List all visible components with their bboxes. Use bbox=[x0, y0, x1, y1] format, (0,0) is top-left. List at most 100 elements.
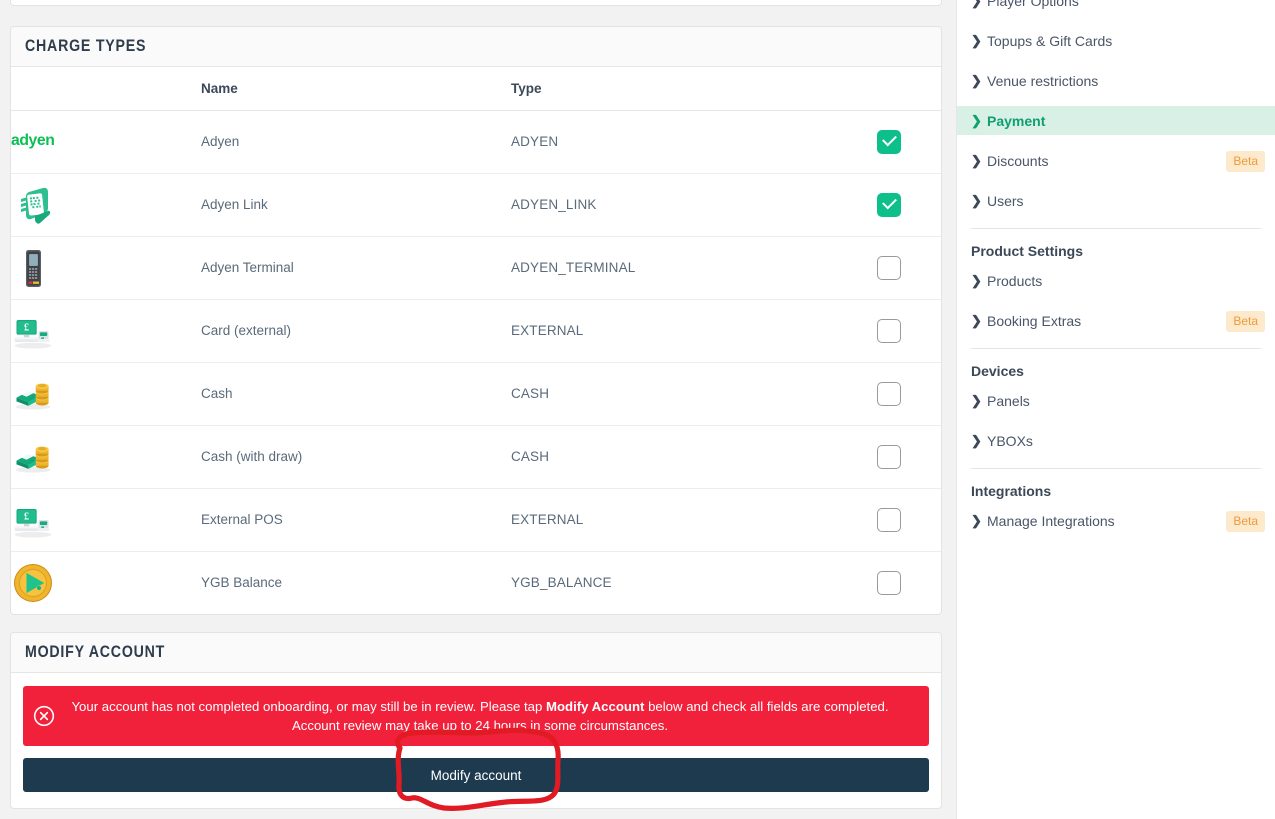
sidebar-item-label: Products bbox=[987, 272, 1043, 289]
charge-type-name: Adyen Terminal bbox=[201, 236, 511, 300]
sidebar-item-label: Users bbox=[987, 192, 1024, 209]
charge-type-name: YGB Balance bbox=[201, 575, 283, 591]
sidebar-item-products[interactable]: ❯ Products bbox=[957, 266, 1275, 295]
chevron-right-icon: ❯ bbox=[971, 393, 982, 408]
chevron-right-icon: ❯ bbox=[971, 113, 982, 128]
charge-type-name: Adyen Link bbox=[201, 173, 511, 237]
sidebar-group-title-devices: Devices bbox=[971, 363, 1024, 379]
charge-type-icon-cell bbox=[11, 173, 201, 237]
checkbox-unchecked[interactable] bbox=[876, 444, 901, 469]
cash-notes-coins-icon bbox=[11, 372, 201, 416]
charge-type-type: CASH bbox=[511, 425, 836, 489]
charge-type-icon-cell: £ bbox=[11, 299, 201, 363]
checkbox-unchecked[interactable] bbox=[876, 507, 901, 532]
charge-type-enabled-cell bbox=[836, 299, 941, 363]
adyen-logo-icon: adyen bbox=[11, 120, 201, 164]
charge-type-icon-cell bbox=[11, 551, 201, 614]
sidebar-item-label: Topups & Gift Cards bbox=[987, 32, 1113, 49]
svg-text:£: £ bbox=[24, 322, 29, 333]
table-header: Name Type bbox=[11, 67, 941, 111]
sidebar-divider bbox=[971, 228, 1261, 229]
column-header-enabled bbox=[836, 67, 941, 111]
charge-type-enabled-cell bbox=[836, 425, 941, 489]
sidebar-group-title-integrations: Integrations bbox=[971, 483, 1052, 499]
sidebar-group-title-product-settings: Product Settings bbox=[971, 243, 1084, 259]
column-header-name: Name bbox=[201, 67, 511, 111]
charge-type-icon-cell: £ bbox=[11, 488, 201, 552]
modify-account-card: MODIFY ACCOUNT Your account has not comp… bbox=[10, 632, 942, 809]
alert-message-bold: Modify Account bbox=[546, 699, 645, 714]
alert-message-part1: Your account has not completed onboardin… bbox=[71, 699, 546, 714]
modify-account-card-header: MODIFY ACCOUNT bbox=[11, 633, 941, 673]
table-header-row: Name Type bbox=[11, 67, 941, 111]
settings-page: CHARGE TYPES Name Type adyen AdyenADYEN bbox=[0, 0, 1275, 819]
sidebar-item-panels[interactable]: ❯ Panels bbox=[957, 386, 1275, 415]
charge-type-icon-cell: adyen bbox=[11, 110, 201, 174]
sidebar-item-manage-integrations[interactable]: ❯ Manage Integrations Beta bbox=[957, 506, 1275, 535]
sidebar-item-venue-restrictions[interactable]: ❯ Venue restrictions bbox=[957, 66, 1275, 95]
charge-type-enabled-cell bbox=[836, 173, 941, 237]
sidebar-item-label: Booking Extras bbox=[987, 312, 1082, 329]
charge-type-type: ADYEN_TERMINAL bbox=[511, 236, 836, 300]
sidebar-item-label: Manage Integrations bbox=[987, 512, 1115, 529]
charge-type-enabled-cell bbox=[836, 362, 941, 426]
page-title: CHARGE TYPES bbox=[25, 37, 147, 55]
charge-type-enabled-cell bbox=[836, 110, 941, 174]
charge-type-name: Cash bbox=[201, 362, 511, 426]
charge-type-icon-cell bbox=[11, 425, 201, 489]
charge-type-enabled-cell bbox=[836, 236, 941, 300]
charge-type-icon-cell bbox=[11, 362, 201, 426]
sidebar-item-label: Discounts bbox=[987, 152, 1049, 169]
previous-card-stub bbox=[10, 0, 942, 6]
checkbox-unchecked[interactable] bbox=[876, 255, 901, 280]
sidebar-item-player-options[interactable]: ❯ Player Options bbox=[957, 0, 1275, 15]
card-terminal-icon bbox=[11, 246, 201, 290]
chevron-right-icon: ❯ bbox=[971, 73, 982, 88]
chevron-right-icon: ❯ bbox=[971, 33, 982, 48]
pos-monitor-pound-icon: £ bbox=[11, 309, 201, 353]
sidebar-item-label: YBOXs bbox=[987, 432, 1033, 449]
sidebar-divider bbox=[971, 348, 1261, 349]
sidebar-item-yboxs[interactable]: ❯ YBOXs bbox=[957, 426, 1275, 455]
alert-message: Your account has not completed onboardin… bbox=[67, 697, 915, 735]
pos-monitor-pound-icon: £ bbox=[11, 498, 201, 542]
sidebar-item-booking-extras[interactable]: ❯ Booking Extras Beta bbox=[957, 306, 1275, 335]
checkbox-checked[interactable] bbox=[876, 129, 901, 154]
charge-type-enabled-cell bbox=[836, 488, 941, 552]
charge-type-type: EXTERNAL bbox=[511, 299, 836, 363]
checkbox-checked[interactable] bbox=[876, 192, 901, 217]
sidebar-item-topups-gift-cards[interactable]: ❯ Topups & Gift Cards bbox=[957, 26, 1275, 55]
onboarding-warning-alert: Your account has not completed onboardin… bbox=[23, 686, 929, 746]
chevron-right-icon: ❯ bbox=[971, 193, 982, 208]
charge-type-name: External POS bbox=[201, 488, 511, 552]
charge-type-type: ADYEN_LINK bbox=[511, 173, 836, 237]
chevron-right-icon: ❯ bbox=[971, 153, 982, 168]
svg-text:adyen: adyen bbox=[11, 132, 54, 149]
table-row: Adyen Link ADYEN_LINK bbox=[11, 173, 941, 237]
charge-type-type: ADYEN bbox=[511, 110, 836, 174]
sidebar-item-label: Payment bbox=[987, 112, 1046, 129]
checkbox-unchecked[interactable] bbox=[876, 570, 901, 595]
sidebar-item-discounts[interactable]: ❯ Discounts Beta bbox=[957, 146, 1275, 175]
charge-type-enabled-cell bbox=[836, 551, 941, 614]
charge-types-card-header: CHARGE TYPES bbox=[11, 27, 941, 67]
sidebar-item-payment[interactable]: ❯ Payment bbox=[957, 106, 1275, 135]
chevron-right-icon: ❯ bbox=[971, 513, 982, 528]
table-row: Cash (with draw) CASH bbox=[11, 425, 941, 489]
table-body: adyen AdyenADYEN Adyen LinkADYEN_LINK bbox=[11, 110, 941, 614]
chevron-right-icon: ❯ bbox=[971, 273, 982, 288]
charge-type-type: YGB_BALANCE bbox=[511, 575, 612, 591]
modify-account-card-body: Your account has not completed onboardin… bbox=[11, 673, 941, 808]
modify-account-button[interactable]: Modify account bbox=[23, 758, 929, 792]
charge-type-icon-cell bbox=[11, 236, 201, 300]
modify-account-title: MODIFY ACCOUNT bbox=[25, 643, 166, 661]
error-circle-x-icon bbox=[33, 705, 55, 727]
charge-type-name: Cash (with draw) bbox=[201, 425, 511, 489]
sidebar-item-label: Panels bbox=[987, 392, 1030, 409]
chevron-right-icon: ❯ bbox=[971, 433, 982, 448]
checkbox-unchecked[interactable] bbox=[876, 381, 901, 406]
checkbox-unchecked[interactable] bbox=[876, 318, 901, 343]
sidebar-item-users[interactable]: ❯ Users bbox=[957, 186, 1275, 215]
beta-badge: Beta bbox=[1226, 311, 1265, 332]
charge-type-type: EXTERNAL bbox=[511, 488, 836, 552]
